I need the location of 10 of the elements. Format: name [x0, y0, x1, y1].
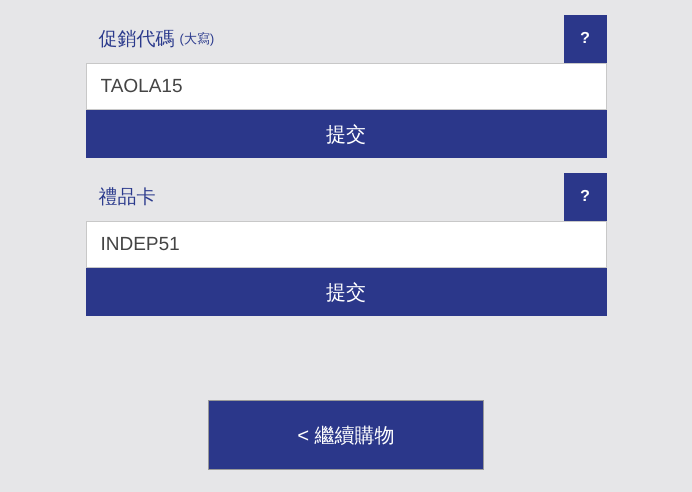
submit-button[interactable]: 提交 [86, 110, 606, 158]
field-label: 促銷代碼 [98, 28, 174, 52]
input-field[interactable]: TAOLA15 [86, 63, 606, 110]
field-label: 禮品卡 [98, 186, 156, 210]
continue-shopping-button[interactable]: < 繼續購物 [208, 400, 484, 470]
field-note: (大寫) [180, 30, 214, 48]
input-field[interactable]: INDEP51 [86, 221, 606, 268]
submit-button[interactable]: 提交 [86, 268, 606, 316]
help-button[interactable]: ? [564, 173, 606, 221]
help-button[interactable]: ? [564, 15, 606, 63]
